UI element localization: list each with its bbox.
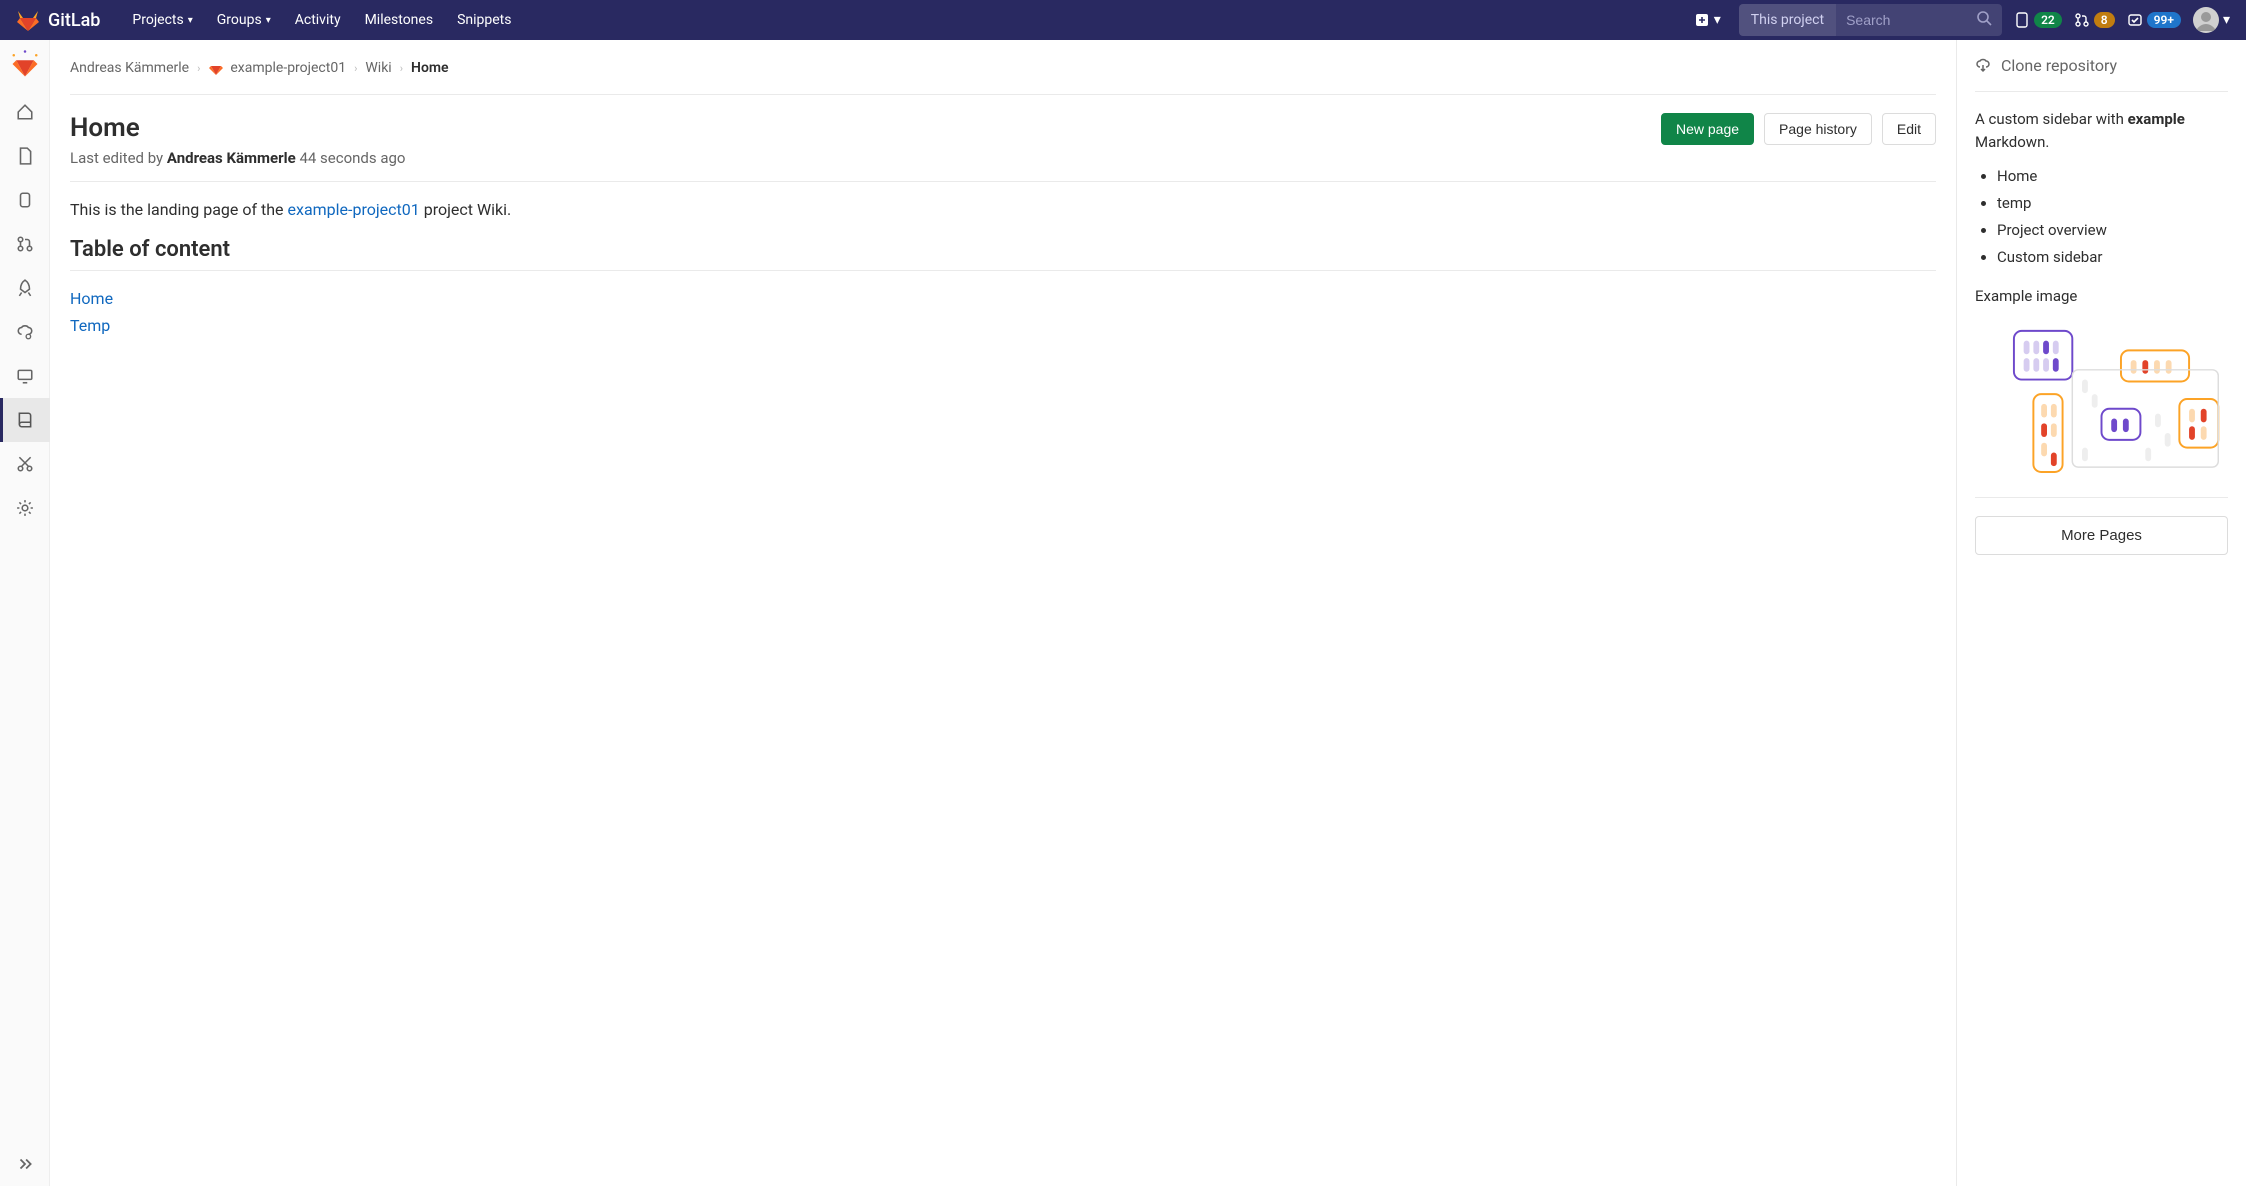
breadcrumb: Andreas Kämmerle › example-project01 › W…	[70, 56, 1936, 95]
top-navbar: GitLab Projects▾ Groups▾ Activity Milest…	[0, 0, 2246, 40]
chevron-right-icon: ›	[197, 62, 200, 75]
search-scope[interactable]: This project	[1739, 4, 1836, 36]
chevron-down-icon: ▾	[2223, 12, 2230, 28]
crumb-section[interactable]: Wiki	[365, 60, 391, 76]
issues-icon	[2014, 12, 2030, 28]
chevron-down-icon: ▾	[188, 15, 193, 26]
nav-snippets[interactable]: Snippets	[445, 2, 523, 38]
tanuki-icon	[16, 8, 40, 32]
crumb-project[interactable]: example-project01	[208, 60, 346, 76]
todos-icon	[2127, 12, 2143, 28]
toc-heading: Table of content	[70, 237, 1936, 271]
sidebar-item-custom[interactable]: Custom sidebar	[1997, 244, 2228, 271]
nav-projects[interactable]: Projects▾	[120, 2, 204, 38]
nav-mr-count[interactable]: 8	[2074, 12, 2115, 28]
merge-request-icon	[2074, 12, 2090, 28]
sidebar-item-home[interactable]: Home	[1997, 163, 2228, 190]
home-icon	[16, 103, 34, 121]
rail-wiki[interactable]	[0, 398, 50, 442]
merge-request-icon	[16, 235, 34, 253]
issues-badge: 22	[2034, 12, 2062, 28]
nav-todos-count[interactable]: 99+	[2127, 12, 2181, 28]
create-new-dropdown[interactable]: ▾	[1688, 8, 1727, 32]
clone-repository-link[interactable]: Clone repository	[1975, 56, 2228, 92]
chevron-down-icon: ▾	[1714, 12, 1721, 28]
chevron-double-right-icon	[16, 1155, 34, 1173]
user-avatar	[2193, 7, 2219, 33]
nav-groups[interactable]: Groups▾	[205, 2, 283, 38]
tanuki-icon	[208, 60, 224, 76]
file-icon	[16, 147, 34, 165]
page-header: Home Last edited by Andreas Kämmerle 44 …	[70, 95, 1936, 182]
toc-link-temp[interactable]: Temp	[70, 312, 1936, 339]
plus-icon	[1694, 12, 1710, 28]
crumb-user[interactable]: Andreas Kämmerle	[70, 60, 189, 76]
monitor-icon	[16, 367, 34, 385]
edit-button[interactable]: Edit	[1882, 113, 1936, 145]
user-menu[interactable]: ▾	[2193, 7, 2230, 33]
example-image-heading: Example image	[1975, 287, 2228, 305]
gear-icon	[16, 499, 34, 517]
crumb-current: Home	[411, 60, 449, 76]
cloud-gear-icon	[16, 323, 34, 341]
rail-snippets[interactable]	[0, 442, 50, 486]
rail-collapse[interactable]	[0, 1142, 50, 1186]
rail-registry[interactable]	[0, 178, 50, 222]
page-title: Home	[70, 113, 405, 143]
wiki-intro: This is the landing page of the example-…	[70, 200, 1936, 219]
book-icon	[16, 411, 34, 429]
toc-link-home[interactable]: Home	[70, 285, 1936, 312]
nav-links: Projects▾ Groups▾ Activity Milestones Sn…	[120, 2, 523, 38]
scissors-icon	[16, 455, 34, 473]
wiki-sidebar: Clone repository A custom sidebar with e…	[1956, 40, 2246, 1186]
page-history-button[interactable]: Page history	[1764, 113, 1872, 145]
sidebar-item-temp[interactable]: temp	[1997, 190, 2228, 217]
chevron-right-icon: ›	[354, 62, 357, 75]
chevron-down-icon: ▾	[266, 15, 271, 26]
page-actions: New page Page history Edit	[1661, 113, 1936, 145]
rail-merge-requests[interactable]	[0, 222, 50, 266]
gitlab-logo[interactable]: GitLab	[16, 8, 100, 32]
last-edited: Last edited by Andreas Kämmerle 44 secon…	[70, 149, 405, 167]
package-icon	[16, 191, 34, 209]
rail-ci[interactable]	[0, 266, 50, 310]
project-sidebar	[0, 40, 50, 1186]
navbar-right: ▾ This project 22 8 99+ ▾	[1688, 4, 2230, 36]
example-image	[1975, 319, 2228, 479]
sidebar-page-list: Home temp Project overview Custom sideba…	[1975, 163, 2228, 271]
todos-badge: 99+	[2147, 12, 2181, 28]
cloud-download-icon	[1975, 58, 1991, 74]
rail-operations[interactable]	[0, 310, 50, 354]
nav-activity[interactable]: Activity	[283, 2, 353, 38]
brand-text: GitLab	[48, 10, 100, 31]
rocket-icon	[16, 279, 34, 297]
search-box: This project	[1739, 4, 2002, 36]
main-content: Andreas Kämmerle › example-project01 › W…	[50, 40, 1956, 1186]
project-avatar[interactable]	[9, 48, 41, 80]
rail-settings[interactable]	[0, 486, 50, 530]
more-pages-button[interactable]: More Pages	[1975, 516, 2228, 555]
wiki-content: This is the landing page of the example-…	[70, 182, 1936, 357]
rail-project-home[interactable]	[0, 90, 50, 134]
rail-repository[interactable]	[0, 134, 50, 178]
chevron-right-icon: ›	[400, 62, 403, 75]
sidebar-description: A custom sidebar with example Markdown.	[1975, 92, 2228, 163]
search-button[interactable]	[1966, 4, 2002, 36]
clone-label: Clone repository	[2001, 56, 2117, 75]
new-page-button[interactable]: New page	[1661, 113, 1754, 145]
search-input[interactable]	[1836, 4, 1966, 36]
mr-badge: 8	[2094, 12, 2115, 28]
sidebar-item-overview[interactable]: Project overview	[1997, 217, 2228, 244]
nav-milestones[interactable]: Milestones	[353, 2, 446, 38]
rail-environments[interactable]	[0, 354, 50, 398]
search-icon	[1976, 10, 1992, 26]
wiki-project-link[interactable]: example-project01	[288, 200, 420, 219]
toc-list: Home Temp	[70, 285, 1936, 339]
nav-issues-count[interactable]: 22	[2014, 12, 2062, 28]
